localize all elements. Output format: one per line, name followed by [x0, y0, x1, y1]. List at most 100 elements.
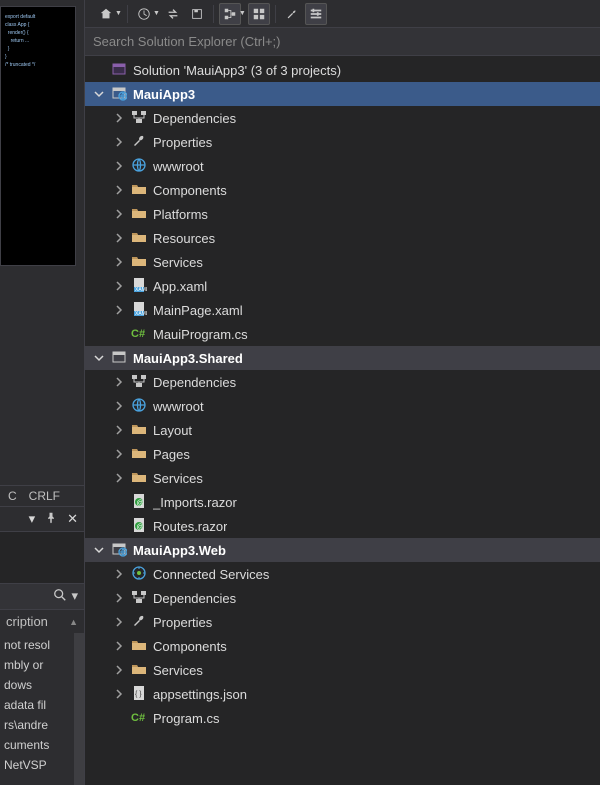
tree-node-label: MauiProgram.cs — [153, 327, 248, 342]
home-icon[interactable] — [95, 3, 117, 25]
chevron-right-icon[interactable] — [113, 568, 125, 580]
svg-text:@: @ — [137, 500, 144, 507]
collapse-icon[interactable] — [248, 3, 270, 25]
twisty-none — [113, 496, 125, 508]
deps-icon — [131, 110, 147, 126]
folder-icon — [131, 254, 147, 270]
tree-view-icon[interactable] — [219, 3, 241, 25]
error-messages-cropped: not resol mbly or dows adata fil rs\andr… — [0, 633, 84, 785]
column-header-description[interactable]: cription ▲ — [0, 609, 84, 633]
tree-item[interactable]: Components — [85, 178, 600, 202]
chevron-down-icon[interactable] — [93, 88, 105, 100]
chevron-right-icon[interactable] — [113, 232, 125, 244]
properties-icon[interactable] — [305, 3, 327, 25]
tree-item[interactable]: Layout — [85, 418, 600, 442]
search-icon[interactable] — [53, 588, 67, 605]
chevron-right-icon[interactable] — [113, 400, 125, 412]
editor-status-bar: C CRLF — [0, 485, 84, 506]
solution-tree[interactable]: Solution 'MauiApp3' (3 of 3 projects)Mau… — [85, 56, 600, 785]
solution-explorer-search[interactable] — [85, 28, 600, 56]
tree-item[interactable]: Platforms — [85, 202, 600, 226]
tree-item[interactable]: wwwroot — [85, 394, 600, 418]
history-icon[interactable] — [133, 3, 155, 25]
chevron-right-icon[interactable] — [113, 208, 125, 220]
project-node[interactable]: MauiApp3.Web — [85, 538, 600, 562]
sync-icon[interactable] — [162, 3, 184, 25]
tool-window-search[interactable]: ▾ — [0, 583, 84, 609]
tree-item[interactable]: Connected Services — [85, 562, 600, 586]
wrench-icon — [131, 614, 147, 630]
project-icon — [111, 542, 127, 558]
chevron-down-icon[interactable] — [93, 544, 105, 556]
chevron-right-icon[interactable] — [113, 448, 125, 460]
chevron-right-icon[interactable] — [113, 304, 125, 316]
folder-icon — [131, 230, 147, 246]
chevron-right-icon[interactable] — [113, 688, 125, 700]
tree-item[interactable]: Resources — [85, 226, 600, 250]
chevron-down-icon[interactable] — [93, 352, 105, 364]
tree-item[interactable]: Components — [85, 634, 600, 658]
wrench-icon[interactable] — [281, 3, 303, 25]
tree-item[interactable]: Services — [85, 466, 600, 490]
chevron-right-icon[interactable] — [113, 376, 125, 388]
chevron-right-icon[interactable] — [113, 160, 125, 172]
status-line-ending[interactable]: CRLF — [25, 488, 64, 504]
chevron-right-icon[interactable] — [113, 112, 125, 124]
cs-icon: C# — [131, 326, 147, 342]
tree-item[interactable]: Services — [85, 658, 600, 682]
close-icon[interactable]: ✕ — [67, 511, 78, 527]
tree-node-label: wwwroot — [153, 399, 204, 414]
globe-icon — [131, 398, 147, 414]
tree-item[interactable]: @_Imports.razor — [85, 490, 600, 514]
solution-root[interactable]: Solution 'MauiApp3' (3 of 3 projects) — [85, 58, 600, 82]
tree-item[interactable]: { }appsettings.json — [85, 682, 600, 706]
tree-node-label: Properties — [153, 135, 212, 150]
chevron-right-icon[interactable] — [113, 664, 125, 676]
chevron-right-icon[interactable] — [113, 280, 125, 292]
folder-icon — [131, 206, 147, 222]
chevron-right-icon[interactable] — [113, 256, 125, 268]
tree-item[interactable]: C#Program.cs — [85, 706, 600, 730]
project-node[interactable]: MauiApp3 — [85, 82, 600, 106]
dropdown-caret-icon[interactable]: ▾ — [29, 511, 36, 527]
twisty-none — [113, 328, 125, 340]
dropdown-caret-icon[interactable]: ▼ — [153, 10, 160, 17]
deps-icon — [131, 590, 147, 606]
tree-item[interactable]: Properties — [85, 610, 600, 634]
search-input[interactable] — [91, 33, 594, 50]
tree-node-label: Pages — [153, 447, 190, 462]
tree-item[interactable]: Properties — [85, 130, 600, 154]
project-node[interactable]: MauiApp3.Shared — [85, 346, 600, 370]
razor-icon: @ — [131, 494, 147, 510]
save-all-icon[interactable] — [186, 3, 208, 25]
chevron-right-icon[interactable] — [113, 616, 125, 628]
tree-node-label: Services — [153, 255, 203, 270]
svg-text:C#: C# — [131, 712, 145, 724]
status-encoding[interactable]: C — [4, 488, 21, 504]
tree-item[interactable]: Services — [85, 250, 600, 274]
tree-item[interactable]: wwwroot — [85, 154, 600, 178]
tree-item[interactable]: @Routes.razor — [85, 514, 600, 538]
chevron-right-icon[interactable] — [113, 184, 125, 196]
chevron-right-icon[interactable] — [113, 424, 125, 436]
chevron-down-icon[interactable]: ▾ — [71, 588, 78, 605]
chevron-right-icon[interactable] — [113, 472, 125, 484]
tool-window-header: ▾ ✕ — [0, 506, 84, 531]
dropdown-caret-icon[interactable]: ▼ — [239, 10, 246, 17]
tree-item[interactable]: Dependencies — [85, 106, 600, 130]
tree-item[interactable]: XAMLApp.xaml — [85, 274, 600, 298]
tree-node-label: Dependencies — [153, 111, 236, 126]
tree-item[interactable]: Dependencies — [85, 370, 600, 394]
solution-icon — [111, 62, 127, 78]
tree-item[interactable]: C# MauiProgram.cs — [85, 322, 600, 346]
tree-item[interactable]: XAMLMainPage.xaml — [85, 298, 600, 322]
dropdown-caret-icon[interactable]: ▼ — [115, 10, 122, 17]
xaml-icon: XAML — [131, 278, 147, 294]
tree-item[interactable]: Pages — [85, 442, 600, 466]
tree-item[interactable]: Dependencies — [85, 586, 600, 610]
pin-icon[interactable] — [45, 512, 57, 527]
chevron-right-icon[interactable] — [113, 136, 125, 148]
chevron-right-icon[interactable] — [113, 592, 125, 604]
chevron-right-icon[interactable] — [113, 640, 125, 652]
solution-explorer: ▼ ▼ ▼ Solution 'MauiApp3' (3 of 3 projec… — [85, 0, 600, 785]
